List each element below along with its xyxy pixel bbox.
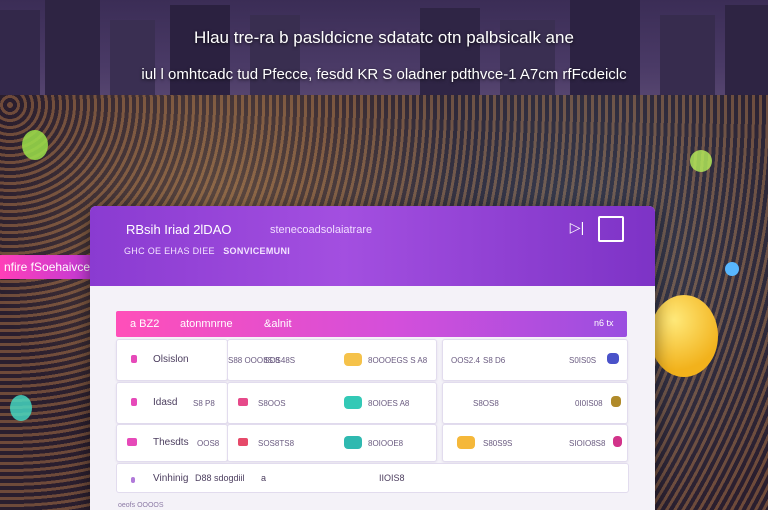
- row-far-badge: S0IS0S: [569, 356, 597, 365]
- row-far-value: S8OS8: [473, 399, 499, 408]
- list-item[interactable]: Olsislon: [116, 339, 228, 381]
- list-item[interactable]: S8OS8 0I0IS08: [442, 382, 628, 424]
- row-right-label: 8OOOEGS S A8: [368, 356, 428, 365]
- list-item[interactable]: S88 OOOIIS:8 SOS48S 8OOOEGS S A8: [227, 339, 437, 381]
- flag-icon: [238, 438, 248, 446]
- row-far-badge: 0I0IS08: [575, 399, 603, 408]
- yellow-balloon: [650, 295, 718, 377]
- green-balloon: [22, 130, 48, 160]
- list-item[interactable]: Thesdts OOS8: [116, 424, 228, 462]
- city-skyline: [0, 0, 768, 110]
- list-item[interactable]: SOS8TS8 8OIOOE8: [227, 424, 437, 462]
- teal-balloon: [10, 395, 32, 421]
- card-header: RBsih Iriad 2lDAO stenecoadsolaiatrare G…: [90, 206, 655, 286]
- toggle-icon[interactable]: [607, 353, 619, 364]
- toolbar-col-3[interactable]: &alnit: [264, 318, 292, 330]
- row-mid-value: S8OOS: [258, 399, 286, 408]
- flag-icon: [238, 398, 248, 406]
- bullet-icon: [127, 438, 137, 446]
- footer-text: oeofs OOOOS: [118, 502, 164, 509]
- side-banner[interactable]: nfire fSoehaivce: [0, 255, 92, 279]
- window-icon[interactable]: [598, 216, 624, 242]
- pencil-icon[interactable]: [457, 436, 475, 449]
- row-far-value: S8 D6: [483, 356, 506, 365]
- bullet-icon: [131, 477, 135, 483]
- list-item[interactable]: OOS2.4 S8 D6 S0IS0S: [442, 339, 628, 381]
- filter-toolbar[interactable]: a BZ2 atonmnrne &alnit n6 tx: [116, 311, 627, 337]
- summary-right: IIOIS8: [379, 473, 405, 483]
- row-value: OOS8: [197, 439, 220, 448]
- row-right-label: 8OIOOE8: [368, 439, 404, 448]
- row-label: Olsislon: [153, 354, 189, 365]
- row-right-label: 8OIOES A8: [368, 399, 410, 408]
- row-mid-value: SOS8TS8: [258, 439, 295, 448]
- pencil-icon[interactable]: [344, 353, 362, 366]
- row-far-value: S80S9S: [483, 439, 513, 448]
- green-balloon: [690, 150, 712, 172]
- card-meta: GHC OE EHAS DIEE SONVICEMUNI: [124, 246, 290, 256]
- headline-line-2: iul l omhtcadc tud Pfecce, fesdd KR S ol…: [141, 66, 627, 83]
- toggle-icon[interactable]: [611, 396, 621, 407]
- bullet-icon: [131, 355, 137, 363]
- card-meta-1: GHC OE EHAS DIEE: [124, 246, 215, 256]
- card-subtitle: stenecoadsolaiatrare: [270, 224, 373, 236]
- list-item[interactable]: S80S9S SIOIO8S8: [442, 424, 628, 462]
- row-mid-value: SOS48S: [264, 356, 296, 365]
- summary-extra: a: [261, 473, 267, 483]
- dashboard-card: RBsih Iriad 2lDAO stenecoadsolaiatrare G…: [90, 206, 655, 510]
- bullet-icon: [131, 398, 137, 406]
- toolbar-col-1[interactable]: a BZ2: [130, 318, 159, 330]
- card-meta-2: SONVICEMUNI: [223, 246, 291, 256]
- toolbar-col-2[interactable]: atonmnrne: [180, 318, 233, 330]
- summary-label: Vinhinig: [153, 473, 189, 484]
- list-item[interactable]: Idasd S8 P8: [116, 382, 228, 424]
- row-label: Thesdts: [153, 437, 189, 448]
- list-item[interactable]: S8OOS 8OIOES A8: [227, 382, 437, 424]
- flag-icon[interactable]: [613, 436, 622, 447]
- toolbar-right[interactable]: n6 tx: [594, 318, 614, 328]
- summary-row[interactable]: Vinhinig D88 sdogdiil a IIOIS8: [116, 463, 629, 493]
- row-far-badge: SIOIO8S8: [569, 439, 606, 448]
- row-label: Idasd: [153, 397, 178, 408]
- play-next-icon[interactable]: ▷|: [568, 218, 586, 236]
- tag-icon[interactable]: [344, 396, 362, 409]
- summary-value: D88 sdogdiil: [195, 473, 245, 483]
- tag-icon[interactable]: [344, 436, 362, 449]
- headline-line-1: Hlau tre-ra b pasldcicne sdatatc otn pal…: [194, 28, 574, 47]
- row-far-label: OOS2.4: [451, 356, 480, 365]
- card-title: RBsih Iriad 2lDAO: [126, 222, 232, 237]
- blue-balloon: [725, 262, 739, 276]
- row-value: S8 P8: [193, 399, 215, 408]
